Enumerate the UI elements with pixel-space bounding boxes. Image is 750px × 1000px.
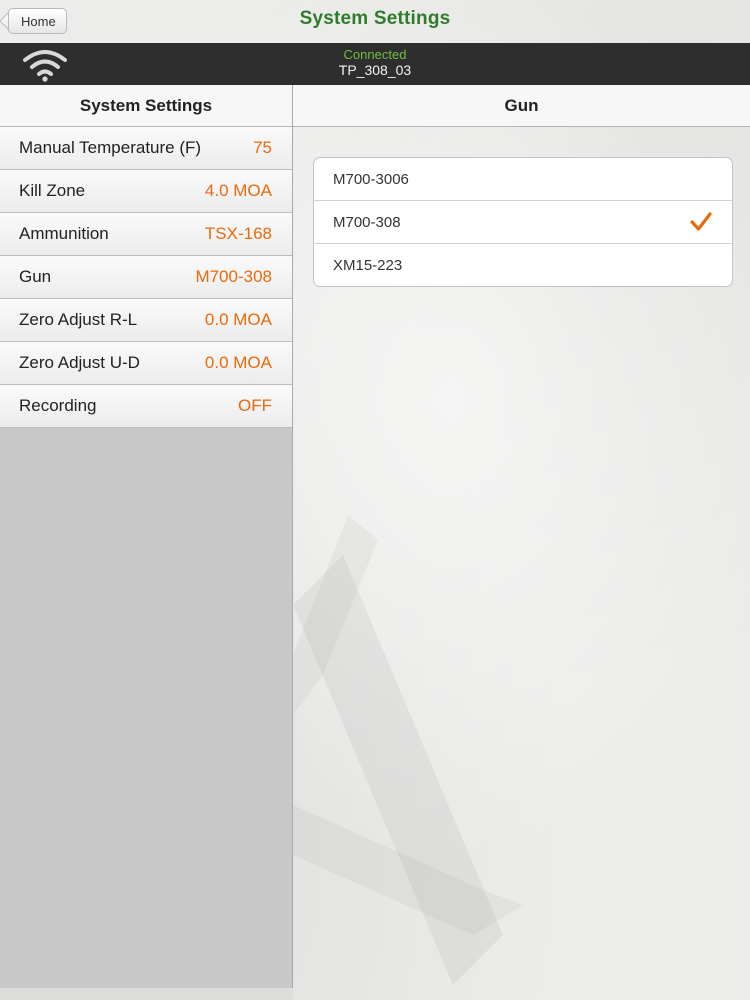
- gun-option-label: M700-308: [333, 214, 401, 231]
- setting-value: 75: [253, 138, 272, 157]
- gun-option-xm15-223[interactable]: XM15-223: [314, 244, 732, 286]
- setting-value: M700-308: [195, 267, 272, 286]
- gun-option-m700-3006[interactable]: M700-3006: [314, 158, 732, 201]
- connection-info: Connected TP_308_03: [0, 47, 750, 79]
- setting-row-zero-adjust-rl[interactable]: Zero Adjust R-L 0.0 MOA: [0, 299, 292, 342]
- setting-value: 4.0 MOA: [204, 181, 272, 200]
- settings-panel-header: System Settings: [0, 85, 292, 127]
- bottom-strip: [0, 988, 293, 1000]
- setting-label: Ammunition: [19, 224, 109, 243]
- checkmark-icon: [690, 212, 712, 231]
- setting-row-ammunition[interactable]: Ammunition TSX-168: [0, 213, 292, 256]
- page-title: System Settings: [299, 8, 451, 29]
- setting-label: Zero Adjust U-D: [19, 353, 140, 372]
- setting-label: Recording: [19, 396, 97, 415]
- connection-status-bar: Connected TP_308_03: [0, 43, 750, 85]
- setting-row-recording[interactable]: Recording OFF: [0, 385, 292, 428]
- connection-state: Connected: [343, 47, 407, 62]
- navigation-bar: Home System Settings: [0, 0, 750, 43]
- setting-value: OFF: [238, 396, 272, 415]
- setting-label: Gun: [19, 267, 52, 286]
- setting-row-zero-adjust-ud[interactable]: Zero Adjust U-D 0.0 MOA: [0, 342, 292, 385]
- device-name: TP_308_03: [338, 62, 412, 78]
- setting-label: Zero Adjust R-L: [19, 310, 138, 329]
- setting-value: 0.0 MOA: [204, 310, 272, 329]
- gun-option-label: XM15-223: [333, 257, 403, 274]
- setting-row-kill-zone[interactable]: Kill Zone 4.0 MOA: [0, 170, 292, 213]
- watermark-logo: [293, 515, 523, 985]
- setting-value: TSX-168: [204, 224, 272, 243]
- gun-option-label: M700-3006: [333, 171, 409, 188]
- setting-label: Kill Zone: [19, 181, 86, 200]
- setting-row-gun[interactable]: Gun M700-308: [0, 256, 292, 299]
- setting-value: 0.0 MOA: [204, 353, 272, 372]
- gun-panel-header: Gun: [293, 85, 750, 127]
- gun-options-list: M700-3006 M700-308 XM15-223: [313, 157, 733, 287]
- setting-row-manual-temperature[interactable]: Manual Temperature (F) 75: [0, 127, 292, 170]
- setting-label: Manual Temperature (F): [19, 138, 202, 157]
- gun-option-m700-308[interactable]: M700-308: [314, 201, 732, 244]
- settings-panel: System Settings Manual Temperature (F) 7…: [0, 85, 293, 988]
- gun-panel: Gun M700-3006 M700-308 XM15-223: [293, 85, 750, 1000]
